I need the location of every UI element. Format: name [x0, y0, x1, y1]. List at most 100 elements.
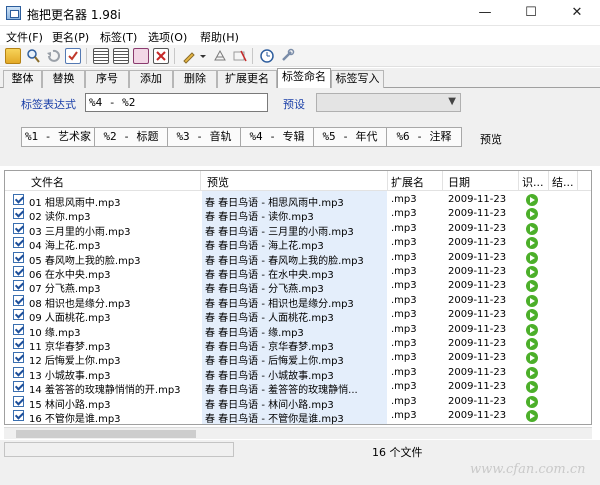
column-divider[interactable]: [200, 171, 201, 191]
table-row[interactable]: 12 后悔爱上你.mp3 春 春日鸟语 - 后悔爱上你.mp3 .mp3 2009-1…: [5, 351, 591, 367]
go-icon[interactable]: [526, 395, 538, 408]
menu-help[interactable]: 帮助(H): [200, 29, 239, 45]
column-header-id[interactable]: 识...: [522, 174, 544, 190]
row-checkbox[interactable]: [13, 352, 24, 364]
go-icon[interactable]: [526, 208, 538, 221]
rename-icon[interactable]: [133, 48, 149, 64]
table-row[interactable]: 02 读你.mp3 春 春日鸟语 - 读你.mp3 .mp3 2009-11-23: [5, 207, 591, 223]
list-icon[interactable]: [113, 48, 129, 64]
list-icon[interactable]: [93, 48, 109, 64]
column-header-result[interactable]: 结...: [552, 174, 574, 190]
tag-button-comment[interactable]: %6 - 注释: [386, 127, 462, 147]
column-header-preview[interactable]: 预览: [207, 174, 229, 190]
tag-button-title[interactable]: %2 - 标题: [94, 127, 168, 147]
menu-tag[interactable]: 标签(T): [100, 29, 137, 45]
tag-button-album[interactable]: %4 - 专辑: [240, 127, 314, 147]
tab-sequence[interactable]: 序号: [85, 70, 129, 88]
menu-rename[interactable]: 更名(P): [52, 29, 89, 45]
table-row[interactable]: 06 在水中央.mp3 春 春日鸟语 - 在水中央.mp3 .mp3 2009-11-…: [5, 265, 591, 281]
chevron-down-icon[interactable]: ▼: [448, 96, 456, 107]
column-divider[interactable]: [577, 171, 578, 191]
row-checkbox[interactable]: [13, 366, 24, 378]
minimize-button[interactable]: —: [462, 0, 508, 26]
table-row[interactable]: 07 分飞燕.mp3 春 春日鸟语 - 分飞燕.mp3 .mp3 2009-11-23: [5, 279, 591, 295]
row-checkbox[interactable]: [13, 395, 24, 407]
row-checkbox[interactable]: [13, 338, 24, 349]
tab-tag-write[interactable]: 标签写入: [331, 70, 384, 88]
table-row[interactable]: 15 林间小路.mp3 春 春日鸟语 - 林间小路.mp3 .mp3 2009-11-…: [5, 395, 591, 411]
tab-delete[interactable]: 删除: [173, 70, 217, 88]
row-checkbox[interactable]: [13, 237, 24, 249]
row-checkbox[interactable]: [13, 381, 24, 393]
tab-tag-naming[interactable]: 标签命名: [277, 68, 331, 89]
tag-icon[interactable]: [232, 48, 248, 64]
check-icon[interactable]: [65, 48, 81, 64]
column-header-name[interactable]: 文件名: [31, 174, 64, 190]
tab-overall[interactable]: 整体: [3, 70, 42, 88]
table-row[interactable]: 08 相识也是缘分.mp3 春 春日鸟语 - 相识也是缘分.mp3 .mp3 2009…: [5, 294, 591, 310]
table-row[interactable]: 09 人面桃花.mp3 春 春日鸟语 - 人面桃花.mp3 .mp3 2009-11-…: [5, 308, 591, 324]
menu-file[interactable]: 文件(F): [6, 29, 43, 45]
go-icon[interactable]: [526, 410, 538, 422]
row-checkbox[interactable]: [13, 266, 24, 277]
row-checkbox[interactable]: [13, 251, 24, 263]
table-row[interactable]: 14 羞答答的玫瑰静悄悄的开.mp3 春 春日鸟语 - 羞答答的玫瑰静悄... .m…: [5, 380, 591, 396]
table-row[interactable]: 03 三月里的小雨.mp3 春 春日鸟语 - 三月里的小雨.mp3 .mp3 2009…: [5, 222, 591, 238]
cancel-icon[interactable]: [153, 48, 169, 64]
row-checkbox[interactable]: [13, 309, 24, 321]
menu-options[interactable]: 选项(O): [148, 29, 187, 45]
open-folder-icon[interactable]: [5, 48, 21, 64]
search-icon[interactable]: [25, 48, 41, 64]
go-icon[interactable]: [526, 381, 538, 394]
go-icon[interactable]: [526, 222, 538, 235]
go-icon[interactable]: [526, 237, 538, 250]
row-checkbox[interactable]: [13, 280, 24, 292]
clock-icon[interactable]: [259, 48, 275, 64]
clear-icon[interactable]: [212, 48, 228, 64]
preset-select[interactable]: ▼: [316, 93, 461, 112]
column-divider[interactable]: [518, 171, 519, 191]
go-icon[interactable]: [526, 366, 538, 379]
dropdown-icon[interactable]: [199, 48, 207, 64]
tab-add[interactable]: 添加: [129, 70, 173, 88]
close-button[interactable]: ✕: [554, 0, 600, 26]
column-divider[interactable]: [442, 171, 443, 191]
tab-ext-rename[interactable]: 扩展更名: [217, 70, 277, 88]
go-icon[interactable]: [526, 323, 538, 336]
table-row[interactable]: 16 不管你是谁.mp3 春 春日鸟语 - 不管你是谁.mp3 .mp3 2009-1…: [5, 409, 591, 424]
row-checkbox[interactable]: [13, 194, 24, 205]
tag-expression-input[interactable]: %4 - %2: [85, 93, 268, 112]
go-icon[interactable]: [526, 194, 538, 206]
table-row[interactable]: 11 京华春梦.mp3 春 春日鸟语 - 京华春梦.mp3 .mp3 2009-11-…: [5, 337, 591, 353]
table-row[interactable]: 10 缘.mp3 春 春日鸟语 - 缘.mp3 .mp3 2009-11-23: [5, 323, 591, 339]
row-checkbox[interactable]: [13, 222, 24, 234]
row-checkbox[interactable]: [13, 410, 24, 421]
scroll-thumb[interactable]: [16, 430, 196, 438]
brush-icon[interactable]: [181, 48, 197, 64]
row-checkbox[interactable]: [13, 208, 24, 220]
row-checkbox[interactable]: [13, 323, 24, 335]
go-icon[interactable]: [526, 338, 538, 350]
go-icon[interactable]: [526, 280, 538, 293]
go-icon[interactable]: [526, 309, 538, 322]
column-divider[interactable]: [387, 171, 388, 191]
tab-replace[interactable]: 替换: [42, 70, 85, 88]
column-header-date[interactable]: 日期: [448, 174, 470, 190]
go-icon[interactable]: [526, 352, 538, 365]
table-row[interactable]: 13 小城故事.mp3 春 春日鸟语 - 小城故事.mp3 .mp3 2009-11-…: [5, 366, 591, 382]
row-checkbox[interactable]: [13, 294, 24, 306]
table-row[interactable]: 05 春风吻上我的脸.mp3 春 春日鸟语 - 春风吻上我的脸.mp3 .mp3 20…: [5, 251, 591, 267]
column-header-ext[interactable]: 扩展名: [391, 174, 424, 190]
go-icon[interactable]: [526, 266, 538, 278]
tag-button-year[interactable]: %5 - 年代: [313, 127, 387, 147]
undo-icon[interactable]: [45, 48, 61, 64]
go-icon[interactable]: [526, 251, 538, 264]
table-row[interactable]: 01 相思风雨中.mp3 春 春日鸟语 - 相思风雨中.mp3 .mp3 2009-1…: [5, 193, 591, 209]
go-icon[interactable]: [526, 294, 538, 307]
horizontal-scrollbar[interactable]: [4, 427, 592, 439]
tag-button-artist[interactable]: %1 - 艺术家: [21, 127, 95, 147]
tag-button-track[interactable]: %3 - 音轨: [167, 127, 241, 147]
wrench-icon[interactable]: [279, 48, 295, 64]
maximize-button[interactable]: ☐: [508, 0, 554, 26]
column-divider[interactable]: [548, 171, 549, 191]
